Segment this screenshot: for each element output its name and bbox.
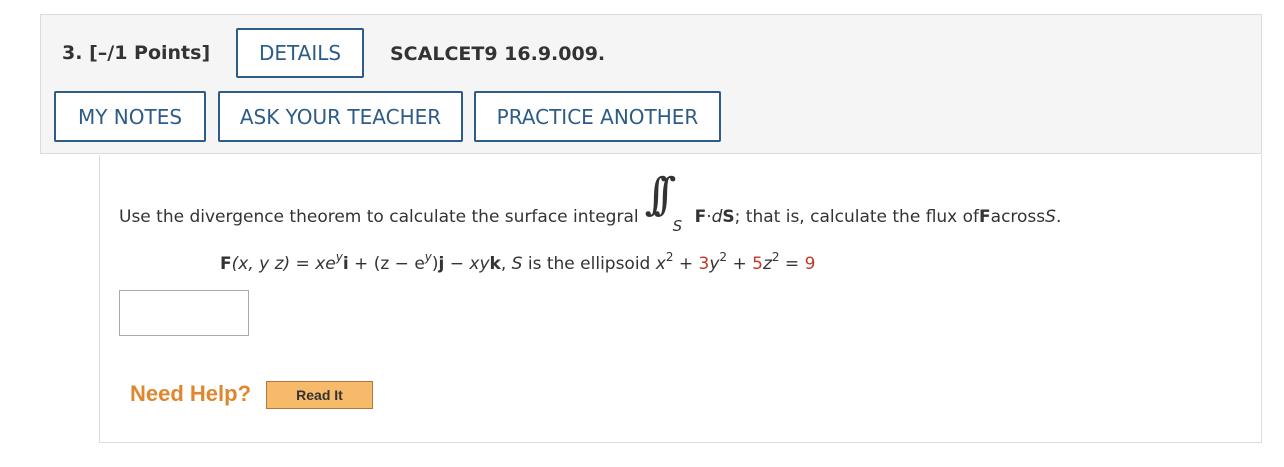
- answer-input[interactable]: [119, 290, 249, 336]
- problem-code: SCALCET9 16.9.009.: [390, 43, 606, 65]
- my-notes-button[interactable]: MY NOTES: [54, 91, 206, 142]
- question-text: Use the divergence theorem to calculate …: [119, 169, 1061, 247]
- given-coefficient-z: 5: [752, 254, 763, 274]
- details-button[interactable]: DETAILS: [236, 28, 364, 78]
- given-coefficient-y: 3: [698, 254, 710, 274]
- double-integral-icon: ∫∫ S: [644, 169, 683, 235]
- ask-your-teacher-button[interactable]: ASK YOUR TEACHER: [218, 91, 463, 142]
- question-number: 3. [–/1 Points]: [62, 42, 211, 64]
- question-body: Use the divergence theorem to calculate …: [99, 155, 1262, 443]
- read-it-button[interactable]: Read It: [266, 381, 373, 409]
- practice-another-button[interactable]: PRACTICE ANOTHER: [474, 91, 721, 142]
- points-label: [–/1 Points]: [89, 42, 211, 64]
- given-rhs-value: 9: [804, 254, 816, 274]
- need-help-label: Need Help?: [130, 381, 252, 406]
- vector-field-formula: F(x, y z) = xeyi + (z − ey)j − xyk, S is…: [220, 250, 816, 274]
- question-header: 3. [–/1 Points] DETAILS SCALCET9 16.9.00…: [40, 14, 1262, 154]
